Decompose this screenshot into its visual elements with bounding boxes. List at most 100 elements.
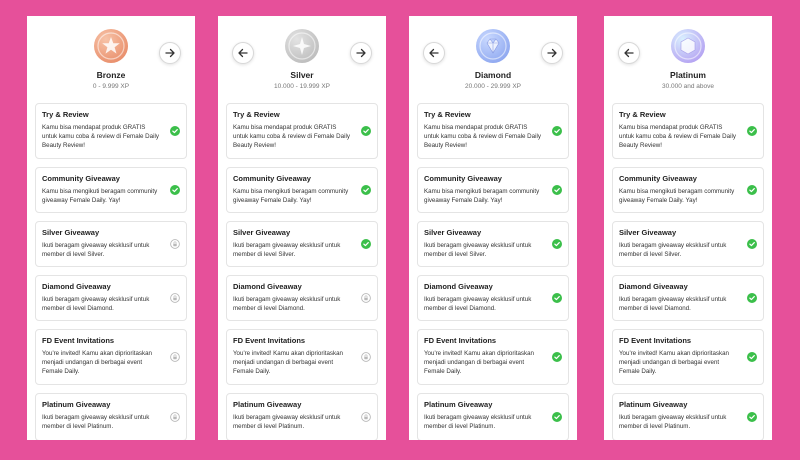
benefit-description-line: Ikuti beragam giveaway eksklusif untuk <box>233 242 341 249</box>
benefit-title: Silver Giveaway <box>233 228 291 237</box>
benefit-card: FD Event Invitations You're invited! Kamu… <box>226 329 378 385</box>
benefit-description: Ikuti beragam giveaway eksklusif untuk me… <box>619 241 741 259</box>
benefit-description: You're invited! Kamu akan diprioritaskan… <box>619 349 741 377</box>
benefit-description: Ikuti beragam giveaway eksklusif untuk me… <box>424 241 546 259</box>
benefit-description: Ikuti beragam giveaway eksklusif untuk me… <box>42 413 164 431</box>
benefit-title: Diamond Giveaway <box>424 282 493 291</box>
benefit-title: Silver Giveaway <box>42 228 100 237</box>
benefit-card: Silver Giveaway Ikuti beragam giveaway ek… <box>226 221 378 267</box>
benefit-description-line: member di level Silver. <box>619 251 682 259</box>
lock-icon <box>170 239 180 249</box>
benefit-title: Try & Review <box>233 110 280 119</box>
check-icon <box>747 126 757 136</box>
arrow-left-icon <box>238 48 248 58</box>
benefit-description-line: giveaway Female Daily. Yay! <box>42 197 121 205</box>
benefit-description-line: untuk kamu coba & review di Female Daily <box>619 133 736 141</box>
benefit-card: Diamond Giveaway Ikuti beragam giveaway e… <box>226 275 378 321</box>
benefit-card: Silver Giveaway Ikuti beragam giveaway ek… <box>35 221 187 267</box>
benefit-card: Try & Review Kamu bisa mendapat produk GR… <box>612 103 764 159</box>
benefit-title: FD Event Invitations <box>233 336 306 345</box>
benefit-title: Platinum Giveaway <box>424 400 493 409</box>
benefit-description-line: member di level Platinum. <box>619 423 691 431</box>
benefit-description: Ikuti beragam giveaway eksklusif untuk me… <box>233 241 355 259</box>
check-icon <box>747 352 757 362</box>
benefit-description: Ikuti beragam giveaway eksklusif untuk me… <box>424 413 546 431</box>
benefit-description-line: Kamu bisa mendapat produk GRATIS <box>619 124 723 131</box>
tier-name: Silver <box>290 70 314 80</box>
benefit-card: Silver Giveaway Ikuti beragam giveaway ek… <box>417 221 569 267</box>
check-icon <box>747 412 757 422</box>
benefit-description-line: untuk kamu coba & review di Female Daily <box>42 133 159 141</box>
benefit-description-line: Kamu bisa mendapat produk GRATIS <box>42 124 146 131</box>
benefit-description-line: Ikuti beragam giveaway eksklusif untuk <box>619 242 727 249</box>
benefit-description-line: Female Daily. <box>619 368 657 376</box>
benefit-description-line: Kamu bisa mengikuti beragam community <box>424 188 540 195</box>
benefit-description-line: menjadi undangan di berbagai event <box>424 359 525 367</box>
next-tier-button[interactable] <box>541 42 563 64</box>
benefit-description-line: Kamu bisa mengikuti beragam community <box>42 188 158 195</box>
benefit-card: FD Event Invitations You're invited! Kamu… <box>417 329 569 385</box>
benefit-description-line: member di level Silver. <box>424 251 487 259</box>
benefit-description: Kamu bisa mendapat produk GRATIS untuk ka… <box>424 123 546 151</box>
previous-tier-button[interactable] <box>232 42 254 64</box>
benefit-description-line: Ikuti beragam giveaway eksklusif untuk <box>42 242 150 249</box>
tier-xp-range: 20.000 - 29.999 XP <box>464 83 521 90</box>
benefit-card: Community Giveaway Kamu bisa mengikuti be… <box>417 167 569 213</box>
tier-panel-diamond: Diamond 20.000 - 29.999 XP Try & Review Kam… <box>409 16 577 440</box>
lock-icon <box>361 293 371 303</box>
benefit-description-line: menjadi undangan di berbagai event <box>619 359 720 367</box>
check-icon <box>747 185 757 195</box>
benefit-description-line: Ikuti beragam giveaway eksklusif untuk <box>424 296 532 303</box>
benefit-title: Community Giveaway <box>233 174 311 183</box>
check-icon <box>747 293 757 303</box>
benefit-description-line: You're invited! Kamu akan diprioritaskan <box>424 350 534 357</box>
previous-tier-button[interactable] <box>618 42 640 64</box>
benefit-title: Platinum Giveaway <box>619 400 688 409</box>
check-icon <box>552 185 562 195</box>
benefit-description-line: Beauty Review! <box>42 142 85 150</box>
tier-xp-range: 30.000 and above <box>661 83 715 90</box>
check-icon <box>552 412 562 422</box>
benefit-description-line: You're invited! Kamu akan diprioritaskan <box>42 350 152 357</box>
benefit-card: FD Event Invitations You're invited! Kamu… <box>612 329 764 385</box>
check-icon <box>361 239 371 249</box>
benefit-description-line: untuk kamu coba & review di Female Daily <box>424 133 541 141</box>
benefit-title: Community Giveaway <box>42 174 120 183</box>
arrow-right-icon <box>356 48 366 58</box>
tier-header: Diamond 20.000 - 29.999 XP <box>409 16 577 108</box>
next-tier-button[interactable] <box>350 42 372 64</box>
benefit-description-line: Kamu bisa mengikuti beragam community <box>233 188 349 195</box>
benefit-description-line: Ikuti beragam giveaway eksklusif untuk <box>619 414 727 421</box>
benefit-title: Diamond Giveaway <box>619 282 688 291</box>
benefit-description-line: giveaway Female Daily. Yay! <box>619 197 698 205</box>
benefit-description: Kamu bisa mendapat produk GRATIS untuk ka… <box>233 123 355 151</box>
benefit-title: Platinum Giveaway <box>42 400 111 409</box>
benefit-description: Kamu bisa mengikuti beragam community giv… <box>424 187 546 205</box>
benefit-card: Community Giveaway Kamu bisa mengikuti be… <box>35 167 187 213</box>
previous-tier-button[interactable] <box>423 42 445 64</box>
next-tier-button[interactable] <box>159 42 181 64</box>
tier-badge <box>475 28 511 64</box>
benefit-title: Community Giveaway <box>619 174 697 183</box>
benefit-card: Community Giveaway Kamu bisa mengikuti be… <box>226 167 378 213</box>
tier-header: Silver 10.000 - 19.999 XP <box>218 16 386 108</box>
benefit-card: FD Event Invitations You're invited! Kamu… <box>35 329 187 385</box>
benefit-description-line: Female Daily. <box>424 368 462 376</box>
benefit-description-line: You're invited! Kamu akan diprioritaskan <box>233 350 343 357</box>
benefit-description-line: member di level Silver. <box>233 251 296 259</box>
benefit-card: Silver Giveaway Ikuti beragam giveaway ek… <box>612 221 764 267</box>
benefit-title: FD Event Invitations <box>424 336 497 345</box>
benefit-description-line: member di level Platinum. <box>424 423 496 431</box>
benefit-description: Kamu bisa mengikuti beragam community giv… <box>619 187 741 205</box>
benefit-card: Platinum Giveaway Ikuti beragam giveaway … <box>612 393 764 440</box>
benefit-description: Kamu bisa mengikuti beragam community giv… <box>42 187 164 205</box>
benefit-title: Platinum Giveaway <box>233 400 302 409</box>
check-icon <box>361 185 371 195</box>
benefit-card: Try & Review Kamu bisa mendapat produk GR… <box>226 103 378 159</box>
benefit-title: Diamond Giveaway <box>42 282 111 291</box>
check-icon <box>170 126 180 136</box>
benefit-description: You're invited! Kamu akan diprioritaskan… <box>233 349 355 377</box>
benefit-description-line: member di level Platinum. <box>233 423 305 431</box>
benefit-description-line: Ikuti beragam giveaway eksklusif untuk <box>424 242 532 249</box>
benefit-description: You're invited! Kamu akan diprioritaskan… <box>424 349 546 377</box>
